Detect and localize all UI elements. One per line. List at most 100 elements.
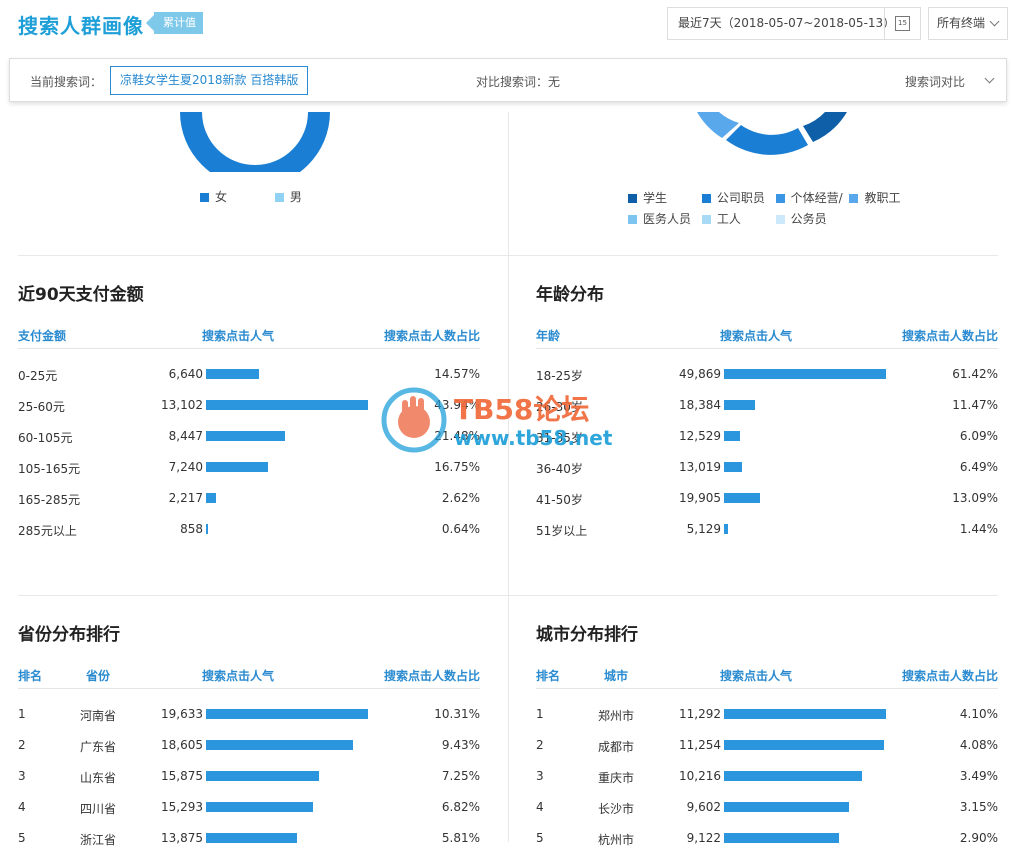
popularity-bar bbox=[724, 802, 849, 812]
column-header: 支付金额 bbox=[18, 329, 67, 343]
legend-swatch bbox=[775, 194, 785, 203]
legend-item-student: 学生 bbox=[628, 188, 698, 209]
column-header: 搜索点击人气 bbox=[202, 329, 275, 343]
value-cell: 7,240 bbox=[168, 460, 203, 474]
value-cell: 858 bbox=[180, 522, 203, 536]
share-cell: 14.57% bbox=[434, 367, 480, 381]
current-term-chip[interactable]: 凉鞋女学生夏2018新款 百搭韩版 bbox=[110, 66, 309, 95]
payment-table-header: 支付金额 搜索点击人气 搜索点击人数占比 bbox=[18, 327, 480, 349]
popularity-bar bbox=[724, 462, 742, 472]
popularity-bar bbox=[724, 400, 755, 410]
current-term-label: 当前搜索词： bbox=[30, 75, 103, 89]
value-cell: 19,633 bbox=[161, 707, 203, 721]
popularity-bar bbox=[724, 493, 760, 503]
name-cell: 长沙市 bbox=[598, 802, 635, 816]
share-cell: 1.44% bbox=[959, 522, 998, 536]
name-cell: 成都市 bbox=[598, 740, 635, 754]
popularity-bar bbox=[206, 709, 368, 719]
chevron-down-icon bbox=[989, 16, 1000, 27]
share-cell: 7.25% bbox=[441, 769, 480, 783]
popularity-bar bbox=[206, 431, 285, 441]
calendar-icon[interactable]: 15 bbox=[884, 8, 920, 39]
legend-swatch bbox=[274, 193, 284, 202]
value-cell: 10,216 bbox=[679, 769, 721, 783]
table-row: 51岁以上 5,129 1.44% bbox=[536, 522, 998, 553]
value-cell: 15,875 bbox=[161, 769, 203, 783]
popularity-bar bbox=[724, 709, 886, 719]
table-row: 36-40岁 13,019 6.49% bbox=[536, 460, 998, 491]
date-range-picker[interactable]: 最近7天（2018-05-07~2018-05-13） 15 bbox=[667, 7, 921, 40]
compare-terms-button[interactable]: 搜索词对比 bbox=[905, 73, 995, 90]
page-header: 搜索人群画像 累计值 最近7天（2018-05-07~2018-05-13） 1… bbox=[0, 0, 1016, 48]
province-panel-title: 省份分布排行 bbox=[18, 625, 120, 645]
legend-item-staff: 公司职员 bbox=[701, 188, 772, 209]
column-header: 排名 bbox=[536, 669, 561, 683]
table-row: 5 浙江省 13,875 5.81% bbox=[18, 831, 480, 862]
share-cell: 2.62% bbox=[441, 491, 480, 505]
rank-cell: 5 bbox=[18, 831, 26, 845]
value-cell: 18,605 bbox=[161, 738, 203, 752]
column-header: 城市 bbox=[604, 669, 629, 683]
legend-item-self-employed: 个体经营/ bbox=[775, 188, 846, 209]
table-row: 4 长沙市 9,602 3.15% bbox=[536, 800, 998, 831]
terminal-select[interactable]: 所有终端 bbox=[928, 7, 1008, 40]
payment-panel-title: 近90天支付金额 bbox=[18, 285, 144, 305]
legend-item-civil-servant: 公务员 bbox=[775, 209, 846, 230]
name-cell: 广东省 bbox=[80, 740, 117, 754]
legend-item-teacher: 教职工 bbox=[849, 188, 913, 209]
column-header: 搜索点击人数占比 bbox=[383, 669, 480, 683]
rank-cell: 5 bbox=[536, 831, 544, 845]
legend-item-worker: 工人 bbox=[701, 209, 772, 230]
value-cell: 5,129 bbox=[686, 522, 721, 536]
watermark: TB58论坛 www.tb58.net bbox=[380, 386, 640, 456]
value-cell: 15,293 bbox=[161, 800, 203, 814]
date-range-text: 最近7天（2018-05-07~2018-05-13） bbox=[678, 16, 896, 30]
value-cell: 19,905 bbox=[679, 491, 721, 505]
legend-swatch bbox=[628, 194, 637, 203]
column-header: 排名 bbox=[18, 669, 43, 683]
watermark-url: www.tb58.net bbox=[454, 426, 613, 450]
legend-swatch bbox=[849, 194, 859, 203]
city-panel-title: 城市分布排行 bbox=[536, 625, 638, 645]
value-cell: 8,447 bbox=[168, 429, 203, 443]
value-cell: 2,217 bbox=[168, 491, 203, 505]
share-cell: 2.90% bbox=[959, 831, 998, 845]
table-row: 41-50岁 19,905 13.09% bbox=[536, 491, 998, 522]
label-cell: 51岁以上 bbox=[536, 524, 588, 538]
occupation-donut-chart bbox=[697, 112, 847, 155]
rank-cell: 1 bbox=[536, 707, 544, 721]
share-cell: 3.15% bbox=[959, 800, 998, 814]
legend-swatch bbox=[701, 215, 711, 224]
watermark-title: TB58论坛 bbox=[454, 393, 590, 426]
name-cell: 山东省 bbox=[80, 771, 117, 785]
legend-item-medical: 医务人员 bbox=[628, 209, 698, 230]
gender-donut-chart bbox=[180, 112, 330, 172]
share-cell: 6.09% bbox=[959, 429, 998, 443]
popularity-bar bbox=[206, 462, 268, 472]
occupation-donut-arc-student bbox=[803, 112, 847, 142]
column-header: 搜索点击人气 bbox=[720, 329, 793, 343]
rank-cell: 3 bbox=[536, 769, 544, 783]
value-cell: 11,292 bbox=[679, 707, 721, 721]
label-cell: 41-50岁 bbox=[536, 493, 583, 507]
legend-swatch bbox=[701, 194, 711, 203]
popularity-bar bbox=[724, 369, 886, 379]
label-cell: 165-285元 bbox=[18, 493, 81, 507]
value-cell: 13,875 bbox=[161, 831, 203, 845]
value-cell: 11,254 bbox=[679, 738, 721, 752]
popularity-bar bbox=[724, 740, 884, 750]
popularity-bar bbox=[206, 369, 259, 379]
legend-swatch bbox=[775, 215, 785, 224]
popularity-bar bbox=[206, 771, 319, 781]
table-row: 165-285元 2,217 2.62% bbox=[18, 491, 480, 522]
popularity-bar bbox=[724, 524, 728, 534]
occupation-donut-arc-staff bbox=[726, 125, 808, 155]
share-cell: 10.31% bbox=[434, 707, 480, 721]
share-cell: 13.09% bbox=[952, 491, 998, 505]
table-row: 2 广东省 18,605 9.43% bbox=[18, 738, 480, 769]
value-cell: 13,019 bbox=[679, 460, 721, 474]
popularity-bar bbox=[206, 493, 216, 503]
column-header: 年龄 bbox=[536, 329, 561, 343]
age-panel-title: 年龄分布 bbox=[536, 285, 604, 305]
value-cell: 6,640 bbox=[168, 367, 203, 381]
